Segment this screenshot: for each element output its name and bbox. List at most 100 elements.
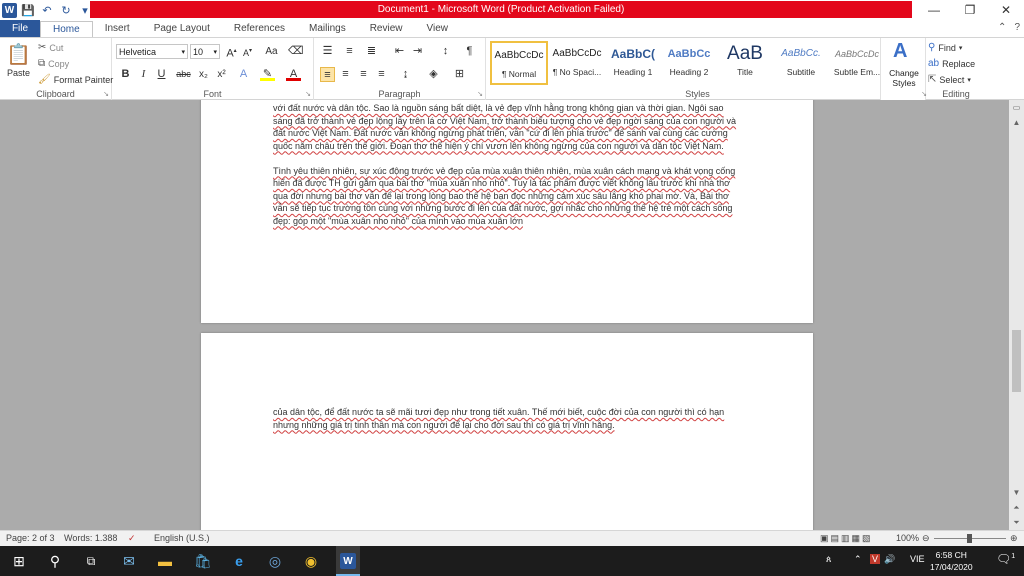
increase-indent-icon[interactable]: ⇥ [410,44,425,59]
bold-icon[interactable]: B [118,67,133,82]
word-taskbar-icon[interactable]: W [337,550,359,572]
tab-references[interactable]: References [222,21,297,37]
word-app-icon[interactable]: W [2,2,17,18]
tab-page-layout[interactable]: Page Layout [142,21,222,37]
tab-view[interactable]: View [415,21,461,37]
style-no-spacing[interactable]: AaBbCcDc ¶ No Spaci... [548,41,606,85]
paragraph[interactable]: với đất nước và dân tộc. Sao là nguồn sá… [273,102,743,152]
collapse-ribbon-icon[interactable]: ⌃ [998,22,1006,33]
redo-icon[interactable]: ↻ [58,2,74,18]
help-icon[interactable]: ? [1014,22,1020,33]
clipboard-launcher-icon[interactable]: ↘ [103,90,109,98]
clear-formatting-icon[interactable]: ⌫ [288,44,304,59]
strikethrough-icon[interactable]: abc [176,67,191,82]
font-color-icon[interactable]: A [286,67,301,81]
align-center-icon[interactable]: ≡ [338,67,353,82]
volume-icon[interactable]: 🔊 [884,554,895,565]
change-case-icon[interactable]: Aa [264,44,279,59]
underline-icon[interactable]: U [154,67,169,82]
find-button[interactable]: ⚲ Find ▾ [928,42,962,53]
style-subtle-emphasis[interactable]: AaBbCcDc Subtle Em... [828,41,886,85]
minimize-button[interactable]: — [916,0,952,20]
chrome-icon[interactable]: ◉ [300,550,322,572]
file-explorer-icon[interactable]: ▬ [154,550,176,572]
replace-button[interactable]: ab Replace [928,58,975,69]
previous-page-icon[interactable]: ⏶ [1009,500,1024,515]
copy-button[interactable]: ⧉ Copy [38,58,69,69]
input-language[interactable]: VIE [910,554,925,564]
show-formatting-icon[interactable]: ¶ [462,44,477,59]
scroll-thumb[interactable] [1012,330,1021,392]
cut-button[interactable]: ✂ Cut [38,42,63,53]
proofing-icon[interactable]: ✓ [128,533,136,544]
change-styles-button[interactable]: A Change Styles ↘ [880,38,927,100]
decrease-indent-icon[interactable]: ⇤ [392,44,407,59]
windows-start-icon[interactable]: ⊞ [8,550,30,572]
grow-font-icon[interactable]: A▴ [224,44,239,60]
page-count[interactable]: Page: 2 of 3 [6,533,55,543]
page-2-text[interactable]: của dân tộc, để đất nước ta sẽ mãi tươi … [273,406,743,444]
view-buttons[interactable]: ▣▤▥▦▧ [820,533,873,544]
zoom-in-icon[interactable]: ⊕ [1010,533,1018,544]
italic-icon[interactable]: I [136,67,151,82]
justify-icon[interactable]: ≡ [374,67,389,82]
align-left-icon[interactable]: ≡ [320,67,335,82]
style-normal[interactable]: AaBbCcDc ¶ Normal [490,41,548,85]
tab-review[interactable]: Review [358,21,415,37]
paragraph[interactable]: của dân tộc, để đất nước ta sẽ mãi tươi … [273,406,743,431]
format-painter-button[interactable]: 🖌 Format Painter [38,74,113,85]
style-title[interactable]: AaB Title [716,41,774,85]
line-spacing-icon[interactable]: ↨ [398,67,413,82]
borders-icon[interactable]: ⊞ [452,67,467,82]
shading-icon[interactable]: ◈ [426,67,441,82]
paragraph[interactable]: Tình yêu thiên nhiên, sự xúc động trước … [273,165,743,228]
ruler-toggle-icon[interactable]: ▭ [1009,100,1024,115]
select-button[interactable]: ⇱ Select ▾ [928,74,971,85]
zoom-slider-thumb[interactable] [967,534,972,543]
highlight-icon[interactable]: ✎ [260,67,275,81]
edge-icon[interactable]: e [228,550,250,572]
document-area[interactable]: với đất nước và dân tộc. Sao là nguồn sá… [0,100,1009,530]
page-1-text[interactable]: với đất nước và dân tộc. Sao là nguồn sá… [273,102,743,240]
align-right-icon[interactable]: ≡ [356,67,371,82]
task-view-icon[interactable]: ⧉ [80,550,102,572]
zoom-out-icon[interactable]: ⊖ [922,533,930,544]
vertical-scrollbar[interactable]: ▭ ▲ ▼ ⏶ ⏷ [1009,100,1024,530]
page-1[interactable]: với đất nước và dân tộc. Sao là nguồn sá… [201,100,813,323]
zoom-level[interactable]: 100% [896,533,919,543]
clock[interactable]: 6:58 CH 17/04/2020 [930,549,973,573]
font-size-dropdown[interactable]: 10 ▾ [190,44,220,59]
tab-file[interactable]: File [0,20,40,37]
language-status[interactable]: English (U.S.) [154,533,210,543]
save-icon[interactable]: 💾 [20,2,36,18]
page-2[interactable]: của dân tộc, để đất nước ta sẽ mãi tươi … [201,333,813,530]
scroll-up-icon[interactable]: ▲ [1009,115,1024,130]
font-launcher-icon[interactable]: ↘ [305,90,311,98]
paste-button[interactable]: 📋 Paste [6,42,31,78]
bullets-icon[interactable]: ☰ [320,44,335,59]
search-icon[interactable]: ⚲ [44,550,66,572]
store-icon[interactable]: 🛍 [192,550,214,572]
people-icon[interactable]: ጰ [826,554,831,565]
tab-home[interactable]: Home [40,21,93,37]
style-heading-1[interactable]: AaBbC( Heading 1 [604,41,662,85]
subscript-icon[interactable]: x₂ [196,67,211,82]
scroll-down-icon[interactable]: ▼ [1009,485,1024,500]
shrink-font-icon[interactable]: A▾ [240,44,255,59]
show-hidden-icons-icon[interactable]: ⌃ [854,554,862,565]
superscript-icon[interactable]: x² [214,67,229,82]
tab-insert[interactable]: Insert [93,21,142,37]
style-subtitle[interactable]: AaBbCc. Subtitle [772,41,830,85]
font-family-dropdown[interactable]: Helvetica ▾ [116,44,188,59]
next-page-icon[interactable]: ⏷ [1009,515,1024,530]
word-count[interactable]: Words: 1.388 [64,533,117,543]
paragraph-launcher-icon[interactable]: ↘ [477,90,483,98]
multilevel-list-icon[interactable]: ≣ [364,44,379,59]
sort-icon[interactable]: ↕ [438,44,453,59]
unikey-icon[interactable]: V [870,554,881,564]
mail-icon[interactable]: ✉ [118,550,140,572]
undo-icon[interactable]: ↶ [39,2,55,18]
style-heading-2[interactable]: AaBbCc Heading 2 [660,41,718,85]
tab-mailings[interactable]: Mailings [297,21,358,37]
close-button[interactable]: ✕ [988,0,1024,20]
